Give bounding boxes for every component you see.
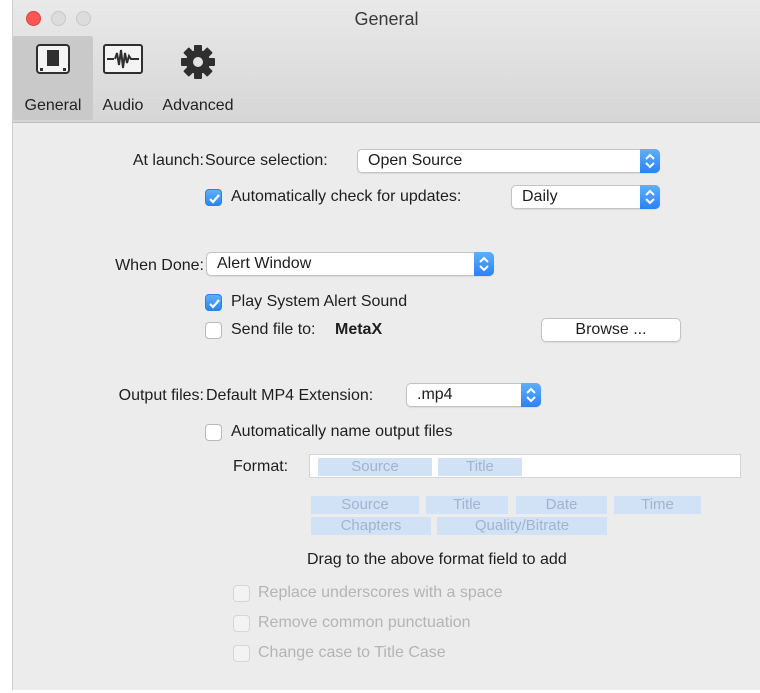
title-bar: General General Audio Advanced	[13, 0, 760, 123]
format-field[interactable]: Source Title	[309, 454, 741, 478]
audio-waveform-icon	[103, 44, 143, 79]
title-case-label: Change case to Title Case	[258, 644, 446, 661]
chevron-updown-icon	[640, 185, 660, 209]
auto-name-label: Automatically name output files	[231, 423, 453, 440]
send-file-target: MetaX	[335, 321, 383, 338]
drag-hint: Drag to the above format field to add	[307, 551, 567, 568]
auto-name-checkbox[interactable]	[205, 424, 222, 441]
source-selection-popup[interactable]: Open Source	[357, 149, 660, 173]
tab-audio-label: Audio	[102, 97, 144, 114]
general-panel-icon	[36, 44, 70, 79]
at-launch-label: At launch:	[132, 152, 204, 169]
mp4-extension-label: Default MP4 Extension:	[206, 387, 374, 404]
when-done-value: Alert Window	[217, 255, 312, 272]
tab-advanced-label: Advanced	[162, 97, 234, 114]
send-file-label: Send file to:	[231, 321, 316, 338]
play-sound-label: Play System Alert Sound	[231, 293, 408, 310]
format-label: Format:	[233, 458, 289, 475]
format-token[interactable]: Title	[438, 458, 522, 476]
format-token[interactable]: Source	[318, 458, 432, 476]
tab-audio[interactable]: Audio	[97, 36, 149, 120]
token-source[interactable]: Source	[311, 496, 419, 514]
checkmark-icon	[209, 299, 220, 309]
output-files-label: Output files:	[118, 387, 204, 404]
window-title: General	[354, 9, 419, 29]
when-done-popup[interactable]: Alert Window	[206, 252, 494, 276]
tab-advanced[interactable]: Advanced	[153, 36, 243, 120]
chevron-updown-icon	[521, 383, 541, 407]
replace-underscores-label: Replace underscores with a space	[258, 584, 503, 601]
remove-punctuation-label: Remove common punctuation	[258, 614, 471, 631]
browse-button[interactable]: Browse ...	[541, 318, 681, 342]
mp4-extension-value: .mp4	[417, 386, 453, 403]
update-frequency-popup[interactable]: Daily	[511, 185, 660, 209]
mp4-extension-popup[interactable]: .mp4	[406, 383, 541, 407]
when-done-label: When Done:	[115, 257, 204, 274]
source-selection-value: Open Source	[368, 152, 463, 169]
title-case-checkbox[interactable]	[233, 645, 250, 662]
token-quality-bitrate[interactable]: Quality/Bitrate	[437, 517, 607, 535]
auto-update-checkbox[interactable]	[205, 189, 222, 206]
chevron-updown-icon	[474, 252, 494, 276]
tab-general[interactable]: General	[13, 36, 93, 120]
token-chapters[interactable]: Chapters	[311, 517, 431, 535]
auto-update-label: Automatically check for updates:	[231, 188, 462, 205]
chevron-updown-icon	[640, 149, 660, 173]
replace-underscores-checkbox[interactable]	[233, 585, 250, 602]
tab-general-label: General	[24, 97, 82, 114]
play-sound-checkbox[interactable]	[205, 294, 222, 311]
token-date[interactable]: Date	[516, 496, 607, 514]
preferences-window: General General Audio Advanced At launch…	[12, 0, 760, 690]
source-selection-label: Source selection:	[205, 152, 328, 169]
checkmark-icon	[209, 194, 220, 204]
send-file-checkbox[interactable]	[205, 322, 222, 339]
update-frequency-value: Daily	[522, 188, 558, 205]
token-time[interactable]: Time	[614, 496, 701, 514]
remove-punctuation-checkbox[interactable]	[233, 615, 250, 632]
token-title[interactable]: Title	[426, 496, 508, 514]
gear-icon	[180, 44, 216, 85]
